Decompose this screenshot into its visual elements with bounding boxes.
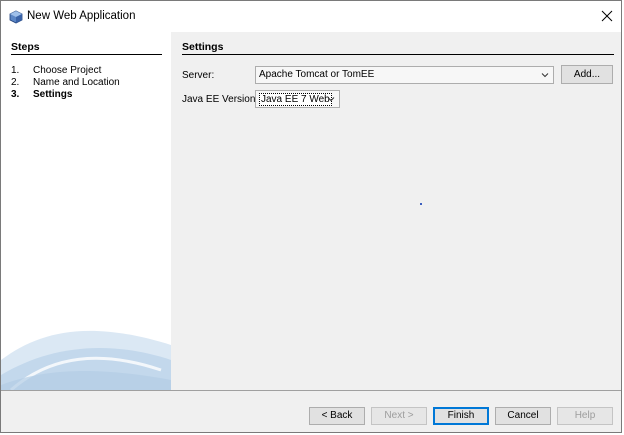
next-button[interactable]: Next >	[371, 407, 427, 425]
step-label: Name and Location	[33, 77, 120, 88]
button-bar: < Back Next > Finish Cancel Help	[1, 391, 621, 432]
step-number: 3.	[11, 89, 20, 100]
decorative-swoosh-graphic	[1, 330, 171, 390]
back-button[interactable]: < Back	[309, 407, 365, 425]
settings-panel: Settings Server: Apache Tomcat or TomEE …	[171, 32, 621, 390]
step-settings: 3. Settings	[11, 89, 72, 100]
server-selected-value: Apache Tomcat or TomEE	[259, 69, 375, 80]
window-title: New Web Application	[27, 10, 136, 22]
netbeans-cube-icon	[9, 10, 23, 24]
chevron-down-icon	[541, 73, 549, 78]
server-combobox[interactable]: Apache Tomcat or TomEE	[255, 66, 554, 84]
javaee-version-combobox[interactable]: Java EE 7 Web	[255, 90, 340, 108]
javaee-version-label: Java EE Version:	[182, 94, 259, 105]
step-name-and-location: 2. Name and Location	[11, 77, 120, 88]
step-number: 2.	[11, 77, 20, 88]
step-choose-project: 1. Choose Project	[11, 65, 101, 76]
cancel-button[interactable]: Cancel	[495, 407, 551, 425]
steps-divider	[11, 54, 162, 55]
steps-panel: Steps 1. Choose Project 2. Name and Locati…	[1, 32, 171, 390]
title-bar[interactable]: New Web Application	[1, 1, 621, 32]
step-label: Settings	[33, 89, 73, 100]
step-number: 1.	[11, 65, 20, 76]
settings-divider	[182, 54, 614, 55]
steps-title: Steps	[11, 41, 40, 53]
settings-title: Settings	[182, 41, 224, 53]
help-button[interactable]: Help	[557, 407, 613, 425]
javaee-selected-value: Java EE 7 Web	[259, 93, 332, 106]
dialog-window: New Web Application Steps 1. Choose Proje…	[0, 0, 622, 433]
step-label: Choose Project	[33, 65, 102, 76]
finish-button[interactable]: Finish	[433, 407, 489, 425]
server-label: Server:	[182, 70, 215, 81]
close-icon[interactable]	[595, 4, 619, 28]
chevron-down-icon	[327, 97, 335, 102]
loading-indicator	[420, 203, 422, 205]
add-server-button[interactable]: Add...	[561, 65, 613, 84]
